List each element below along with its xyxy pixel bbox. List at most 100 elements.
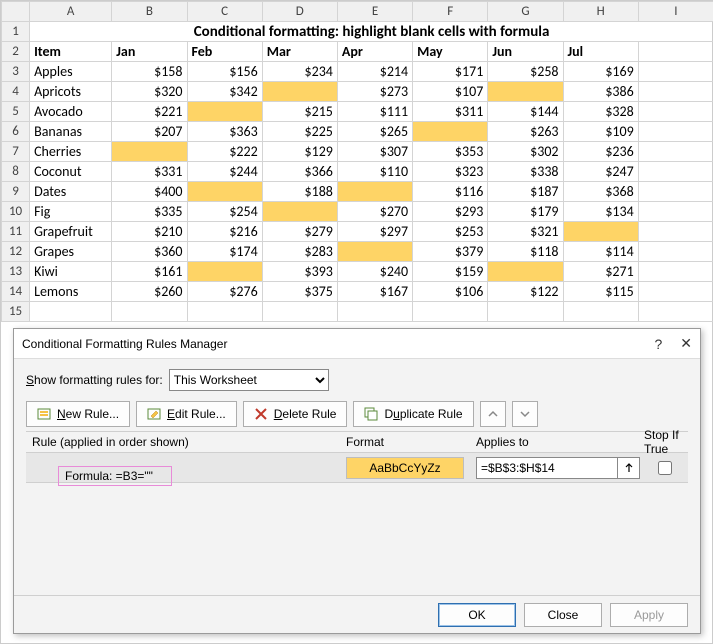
row-header[interactable]: 5 <box>2 102 30 122</box>
cell[interactable] <box>488 302 563 322</box>
data-cell[interactable] <box>337 182 412 202</box>
cell[interactable] <box>638 122 713 142</box>
data-cell[interactable] <box>488 262 563 282</box>
item-cell[interactable]: Apples <box>30 62 112 82</box>
range-picker-button[interactable] <box>618 457 640 479</box>
cell[interactable] <box>638 222 713 242</box>
header-month[interactable]: Jun <box>488 42 563 62</box>
data-cell[interactable] <box>187 262 262 282</box>
row-header[interactable]: 9 <box>2 182 30 202</box>
data-cell[interactable]: $210 <box>112 222 187 242</box>
cell[interactable] <box>638 182 713 202</box>
cell[interactable] <box>638 202 713 222</box>
cell[interactable] <box>638 242 713 262</box>
row-header[interactable]: 14 <box>2 282 30 302</box>
data-cell[interactable]: $271 <box>563 262 638 282</box>
cell[interactable] <box>638 162 713 182</box>
duplicate-rule-button[interactable]: Duplicate Rule <box>353 401 473 427</box>
data-cell[interactable]: $214 <box>337 62 412 82</box>
cell[interactable] <box>638 82 713 102</box>
item-cell[interactable]: Coconut <box>30 162 112 182</box>
item-cell[interactable]: Bananas <box>30 122 112 142</box>
data-cell[interactable]: $122 <box>488 282 563 302</box>
cell[interactable] <box>638 42 713 62</box>
data-cell[interactable]: $244 <box>187 162 262 182</box>
header-month[interactable]: Apr <box>337 42 412 62</box>
data-cell[interactable]: $379 <box>413 242 488 262</box>
row-header[interactable]: 2 <box>2 42 30 62</box>
row-header[interactable]: 7 <box>2 142 30 162</box>
data-cell[interactable]: $109 <box>563 122 638 142</box>
data-cell[interactable] <box>262 82 337 102</box>
data-cell[interactable]: $254 <box>187 202 262 222</box>
cell[interactable] <box>638 102 713 122</box>
data-cell[interactable] <box>112 142 187 162</box>
data-cell[interactable]: $174 <box>187 242 262 262</box>
data-cell[interactable]: $216 <box>187 222 262 242</box>
data-cell[interactable]: $116 <box>413 182 488 202</box>
data-cell[interactable]: $118 <box>488 242 563 262</box>
data-cell[interactable]: $111 <box>337 102 412 122</box>
item-cell[interactable]: Cherries <box>30 142 112 162</box>
item-cell[interactable]: Kiwi <box>30 262 112 282</box>
data-cell[interactable]: $335 <box>112 202 187 222</box>
data-cell[interactable]: $188 <box>262 182 337 202</box>
col-header[interactable]: A <box>30 2 112 22</box>
close-icon[interactable]: ✕ <box>680 335 692 352</box>
cell[interactable] <box>262 302 337 322</box>
edit-rule-button[interactable]: Edit Rule... <box>136 401 237 427</box>
data-cell[interactable]: $221 <box>112 102 187 122</box>
col-header[interactable]: C <box>187 2 262 22</box>
data-cell[interactable]: $222 <box>187 142 262 162</box>
data-cell[interactable]: $107 <box>413 82 488 102</box>
dialog-titlebar[interactable]: Conditional Formatting Rules Manager ? ✕ <box>14 329 700 359</box>
row-header[interactable]: 12 <box>2 242 30 262</box>
data-cell[interactable]: $307 <box>337 142 412 162</box>
data-cell[interactable]: $293 <box>413 202 488 222</box>
data-cell[interactable] <box>563 222 638 242</box>
data-cell[interactable] <box>413 122 488 142</box>
data-cell[interactable]: $225 <box>262 122 337 142</box>
move-up-button[interactable] <box>480 401 506 427</box>
data-cell[interactable]: $171 <box>413 62 488 82</box>
data-cell[interactable]: $375 <box>262 282 337 302</box>
row-header[interactable]: 11 <box>2 222 30 242</box>
header-item[interactable]: Item <box>30 42 112 62</box>
data-cell[interactable]: $276 <box>187 282 262 302</box>
help-icon[interactable]: ? <box>654 336 662 352</box>
cell[interactable] <box>30 302 112 322</box>
col-header[interactable]: D <box>262 2 337 22</box>
col-header[interactable]: F <box>413 2 488 22</box>
row-header[interactable]: 1 <box>2 22 30 42</box>
data-cell[interactable]: $320 <box>112 82 187 102</box>
data-cell[interactable]: $236 <box>563 142 638 162</box>
data-cell[interactable]: $297 <box>337 222 412 242</box>
data-cell[interactable]: $338 <box>488 162 563 182</box>
data-cell[interactable]: $368 <box>563 182 638 202</box>
data-cell[interactable]: $386 <box>563 82 638 102</box>
data-cell[interactable]: $129 <box>262 142 337 162</box>
data-cell[interactable]: $187 <box>488 182 563 202</box>
data-cell[interactable]: $283 <box>262 242 337 262</box>
column-header-row[interactable]: A B C D E F G H I <box>2 2 713 22</box>
header-month[interactable]: May <box>413 42 488 62</box>
data-cell[interactable]: $328 <box>563 102 638 122</box>
item-cell[interactable]: Apricots <box>30 82 112 102</box>
cell[interactable] <box>112 302 187 322</box>
data-cell[interactable]: $302 <box>488 142 563 162</box>
rule-row[interactable]: Formula: =B3="" AaBbCcYyZz <box>26 453 688 483</box>
ok-button[interactable]: OK <box>438 603 516 627</box>
data-cell[interactable]: $353 <box>413 142 488 162</box>
cell[interactable] <box>337 302 412 322</box>
col-header[interactable]: I <box>638 2 713 22</box>
data-cell[interactable]: $179 <box>488 202 563 222</box>
col-header[interactable]: E <box>337 2 412 22</box>
data-cell[interactable]: $240 <box>337 262 412 282</box>
data-cell[interactable]: $247 <box>563 162 638 182</box>
data-cell[interactable]: $134 <box>563 202 638 222</box>
header-month[interactable]: Jan <box>112 42 187 62</box>
data-cell[interactable]: $260 <box>112 282 187 302</box>
row-header[interactable]: 15 <box>2 302 30 322</box>
data-cell[interactable]: $207 <box>112 122 187 142</box>
data-cell[interactable]: $114 <box>563 242 638 262</box>
